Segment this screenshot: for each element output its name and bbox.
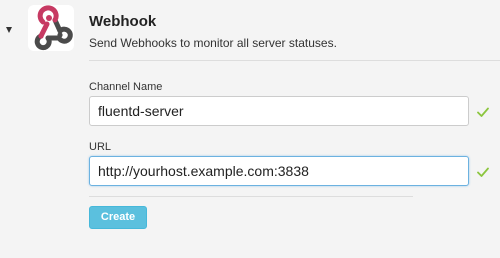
integration-description: Send Webhooks to monitor all server stat… bbox=[89, 36, 337, 50]
check-icon bbox=[477, 167, 489, 177]
form-divider bbox=[89, 196, 413, 197]
url-label: URL bbox=[89, 141, 112, 153]
check-icon bbox=[477, 107, 489, 117]
webhook-logo-icon bbox=[28, 5, 74, 51]
caret-down-icon[interactable] bbox=[6, 27, 12, 33]
webhook-logo-svg bbox=[34, 5, 73, 51]
channel-name-label: Channel Name bbox=[89, 81, 163, 93]
create-button[interactable]: Create bbox=[89, 206, 147, 229]
webhook-integration-panel: Webhook Send Webhooks to monitor all ser… bbox=[0, 0, 500, 258]
header-divider bbox=[89, 60, 500, 61]
url-input[interactable] bbox=[89, 156, 469, 186]
channel-name-input[interactable] bbox=[89, 96, 469, 126]
integration-title: Webhook bbox=[89, 13, 157, 30]
